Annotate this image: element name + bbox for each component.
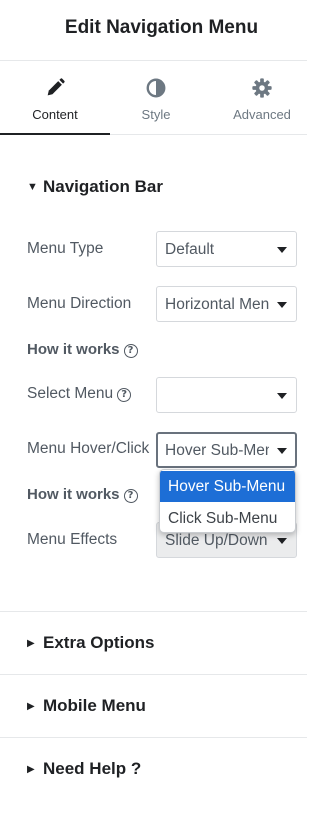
section-title: Navigation Bar: [43, 177, 163, 196]
section-divider: [0, 737, 307, 738]
select-value: Horizontal Menu: [165, 296, 270, 313]
active-tab-indicator: [0, 133, 110, 135]
section-title: Extra Options: [43, 633, 155, 652]
section-extra-options-toggle[interactable]: ▶ Extra Options: [27, 633, 154, 653]
gear-icon: [252, 78, 272, 98]
caret-right-icon: ▶: [27, 764, 35, 775]
select-value: Slide Up/Down: [165, 532, 268, 549]
tab-bar: Content Style Advanced: [0, 62, 307, 135]
chevron-down-icon: [277, 302, 287, 308]
tab-label: Content: [32, 107, 78, 122]
dropdown-option-hover-sub-menu[interactable]: Hover Sub-Menu: [160, 471, 295, 502]
menu-direction-select[interactable]: Horizontal Menu: [156, 286, 297, 322]
contrast-icon: [146, 78, 166, 98]
menu-type-select[interactable]: Default: [156, 231, 297, 267]
section-divider: [0, 674, 307, 675]
chevron-down-icon: [277, 393, 287, 399]
chevron-down-icon: [277, 448, 287, 454]
how-it-works-label: How it works: [27, 486, 120, 503]
panel-title: Edit Navigation Menu: [64, 17, 259, 38]
tab-label: Style: [141, 107, 171, 122]
menu-type-label: Menu Type: [27, 240, 104, 257]
menu-hover-click-select[interactable]: Hover Sub-Menu: [156, 432, 297, 468]
section-divider: [0, 611, 307, 612]
chevron-down-icon: [277, 538, 287, 544]
section-title: Mobile Menu: [43, 696, 146, 715]
help-icon[interactable]: ?: [123, 344, 138, 358]
caret-down-icon: ▼: [27, 181, 38, 193]
pencil-icon: [47, 78, 65, 96]
help-icon[interactable]: ?: [117, 388, 132, 402]
section-need-help-toggle[interactable]: ▶ Need Help ?: [27, 759, 141, 779]
tab-content[interactable]: Content: [0, 62, 110, 135]
tab-label: Advanced: [233, 107, 291, 122]
select-menu-label-text: Select Menu: [27, 385, 114, 402]
caret-right-icon: ▶: [27, 638, 35, 649]
menu-effects-label: Menu Effects: [27, 531, 118, 548]
help-icon[interactable]: ?: [123, 489, 138, 503]
section-mobile-menu-toggle[interactable]: ▶ Mobile Menu: [27, 696, 146, 716]
how-it-works-link[interactable]: How it works?: [27, 486, 138, 503]
menu-hover-click-label: Menu Hover/Click: [27, 440, 150, 457]
hover-click-dropdown-list: Hover Sub-Menu Click Sub-Menu: [159, 469, 296, 533]
select-menu-select[interactable]: [156, 377, 297, 413]
tab-style[interactable]: Style: [101, 62, 211, 135]
select-value: Hover Sub-Menu: [165, 442, 269, 459]
tab-advanced[interactable]: Advanced: [207, 62, 317, 135]
panel-header: Edit Navigation Menu: [0, 0, 307, 61]
how-it-works-link[interactable]: How it works?: [27, 341, 138, 358]
select-menu-label: Select Menu?: [27, 385, 132, 403]
chevron-down-icon: [277, 247, 287, 253]
menu-direction-label: Menu Direction: [27, 295, 132, 312]
section-navigation-bar-toggle[interactable]: ▼ Navigation Bar: [27, 177, 163, 197]
section-title: Need Help ?: [43, 759, 142, 778]
dropdown-option-click-sub-menu[interactable]: Click Sub-Menu: [160, 503, 295, 532]
caret-right-icon: ▶: [27, 701, 35, 712]
select-value: Default: [165, 241, 215, 258]
how-it-works-label: How it works: [27, 341, 120, 358]
